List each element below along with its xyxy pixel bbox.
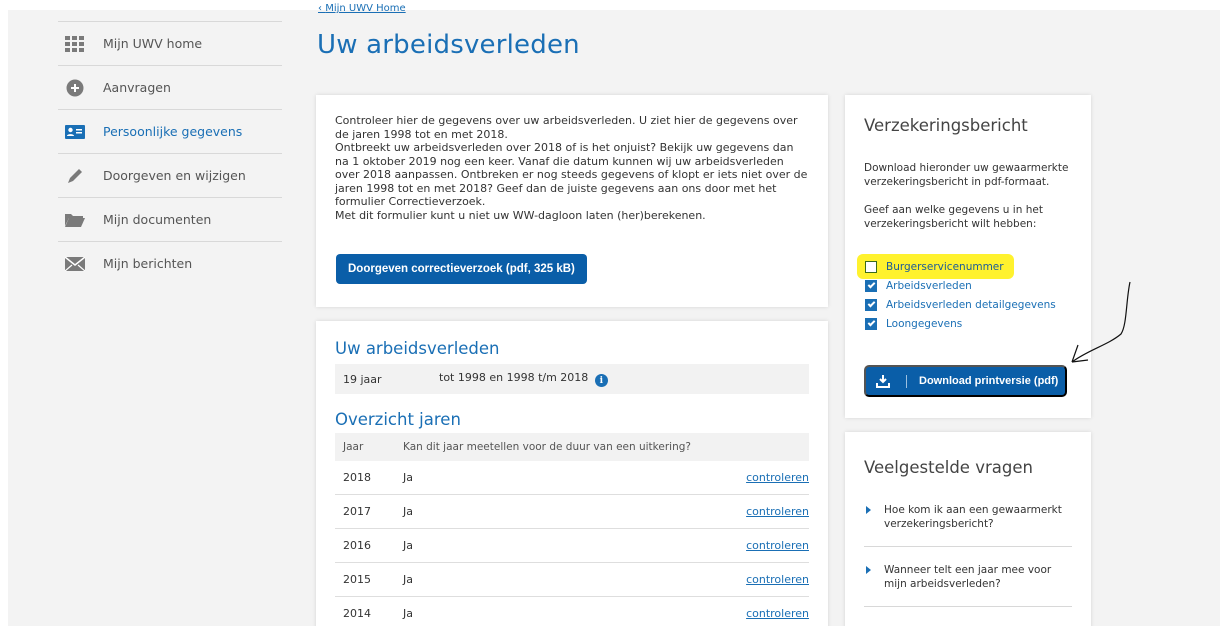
sidebar-item-home[interactable]: Mijn UWV home	[58, 21, 282, 65]
column-header-year: Jaar	[343, 441, 364, 453]
download-icon	[876, 374, 902, 388]
envelope-icon	[63, 254, 87, 274]
caret-right-icon	[866, 506, 871, 514]
choose-instruction: Geef aan welke gegevens u in het verzeke…	[864, 204, 1043, 230]
sidebar: Mijn UWV home Aanvragen Persoonlijke geg…	[58, 21, 282, 285]
table-row: 2016 Ja controleren	[335, 529, 809, 563]
checkbox-arbeidsverleden-detail[interactable]: Arbeidsverleden detailgegevens	[865, 295, 1085, 314]
faq-list: Hoe kom ik aan een gewaarmerkt verzekeri…	[864, 487, 1072, 607]
checkbox-checked[interactable]	[865, 279, 877, 292]
checkbox-label: Arbeidsverleden	[886, 279, 972, 292]
sidebar-item-aanvragen[interactable]: Aanvragen	[58, 65, 282, 109]
sidebar-item-persoonlijke-gegevens[interactable]: Persoonlijke gegevens	[58, 109, 282, 153]
value-cell: Ja	[403, 573, 413, 586]
caret-right-icon	[866, 566, 871, 574]
info-icon[interactable]: i	[594, 374, 608, 388]
sidebar-item-label: Persoonlijke gegevens	[103, 124, 243, 139]
year-cell: 2016	[343, 539, 371, 552]
faq-question: Wanneer telt een jaar mee voor mijn arbe…	[884, 564, 1052, 590]
grid-icon	[63, 34, 87, 54]
id-card-icon	[63, 122, 87, 142]
controleren-link[interactable]: controleren	[746, 505, 809, 518]
download-label: Download printversie (pdf)	[919, 375, 1059, 387]
verzekeringsbericht-title: Verzekeringsbericht	[864, 116, 1028, 135]
checkbox-burgerservicenummer[interactable]: Burgerservicenummer	[865, 257, 1085, 276]
year-cell: 2018	[343, 471, 371, 484]
sidebar-item-documenten[interactable]: Mijn documenten	[58, 197, 282, 241]
sidebar-item-doorgeven[interactable]: Doorgeven en wijzigen	[58, 153, 282, 197]
section-title: Uw arbeidsverleden	[335, 339, 500, 358]
pencil-icon	[63, 166, 87, 186]
value-cell: Ja	[403, 539, 413, 552]
checkbox-checked[interactable]	[865, 298, 877, 311]
sidebar-item-berichten[interactable]: Mijn berichten	[58, 241, 282, 285]
table-row: 2014 Ja controleren	[335, 597, 809, 626]
sidebar-item-label: Aanvragen	[103, 80, 171, 95]
faq-item[interactable]: Hoe kom ik aan een gewaarmerkt verzekeri…	[864, 487, 1072, 547]
overview-title: Overzicht jaren	[335, 410, 461, 429]
faq-question: Hoe kom ik aan een gewaarmerkt verzekeri…	[884, 504, 1062, 530]
folder-icon	[63, 210, 87, 230]
page-title: Uw arbeidsverleden	[317, 30, 580, 60]
page: Mijn UWV home Aanvragen Persoonlijke geg…	[0, 0, 1222, 626]
period-text: tot 1998 en 1998 t/m 2018 i	[439, 371, 608, 388]
breadcrumb-link[interactable]: Mijn UWV Home	[325, 3, 405, 14]
checkbox-label: Burgerservicenummer	[886, 260, 1004, 273]
year-cell: 2014	[343, 607, 371, 620]
year-cell: 2015	[343, 573, 371, 586]
table-row: 2018 Ja controleren	[335, 461, 809, 495]
breadcrumb[interactable]: ‹ Mijn UWV Home	[318, 3, 406, 14]
checkbox-label: Loongegevens	[886, 317, 963, 330]
sidebar-item-label: Mijn documenten	[103, 212, 212, 227]
controleren-link[interactable]: controleren	[746, 471, 809, 484]
value-cell: Ja	[403, 505, 413, 518]
button-separator	[906, 374, 907, 388]
download-instruction: Download hieronder uw gewaarmerkte verze…	[864, 162, 1069, 188]
correctieverzoek-button[interactable]: Doorgeven correctieverzoek (pdf, 325 kB)	[336, 254, 587, 284]
column-header-question: Kan dit jaar meetellen voor de duur van …	[403, 441, 691, 453]
checkbox-checked[interactable]	[865, 317, 877, 330]
years-count: 19 jaar	[343, 372, 382, 386]
faq-card: Veelgestelde vragen Hoe kom ik aan een g…	[845, 432, 1091, 626]
value-cell: Ja	[403, 607, 413, 620]
checkbox-arbeidsverleden[interactable]: Arbeidsverleden	[865, 276, 1085, 295]
sidebar-item-label: Mijn berichten	[103, 256, 193, 271]
checkbox-list: Burgerservicenummer Arbeidsverleden Arbe…	[865, 257, 1085, 333]
controleren-link[interactable]: controleren	[746, 539, 809, 552]
intro-paragraph-2: Ontbreekt uw arbeidsverleden over 2018 o…	[335, 141, 808, 208]
arbeidsverleden-summary: 19 jaar tot 1998 en 1998 t/m 2018 i	[335, 364, 809, 394]
table-row: 2015 Ja controleren	[335, 563, 809, 597]
checkbox-label: Arbeidsverleden detailgegevens	[886, 298, 1056, 311]
intro-paragraph-1: Controleer hier de gegevens over uw arbe…	[335, 114, 798, 141]
faq-title: Veelgestelde vragen	[864, 458, 1033, 477]
sidebar-item-label: Doorgeven en wijzigen	[103, 168, 246, 183]
faq-item[interactable]: Wanneer telt een jaar mee voor mijn arbe…	[864, 547, 1072, 607]
table-header: Jaar Kan dit jaar meetellen voor de duur…	[335, 433, 809, 461]
sidebar-item-label: Mijn UWV home	[103, 36, 203, 51]
checkbox-unchecked[interactable]	[865, 260, 877, 273]
table-row: 2017 Ja controleren	[335, 495, 809, 529]
intro-paragraph-3: Met dit formulier kunt u niet uw WW-dagl…	[335, 208, 706, 222]
controleren-link[interactable]: controleren	[746, 573, 809, 586]
checkbox-loongegevens[interactable]: Loongegevens	[865, 314, 1085, 333]
arbeidsverleden-card: Uw arbeidsverleden 19 jaar tot 1998 en 1…	[316, 321, 828, 626]
value-cell: Ja	[403, 471, 413, 484]
download-printversie-button[interactable]: Download printversie (pdf)	[864, 365, 1067, 397]
controleren-link[interactable]: controleren	[746, 607, 809, 620]
year-cell: 2017	[343, 505, 371, 518]
plus-circle-icon	[63, 78, 87, 98]
